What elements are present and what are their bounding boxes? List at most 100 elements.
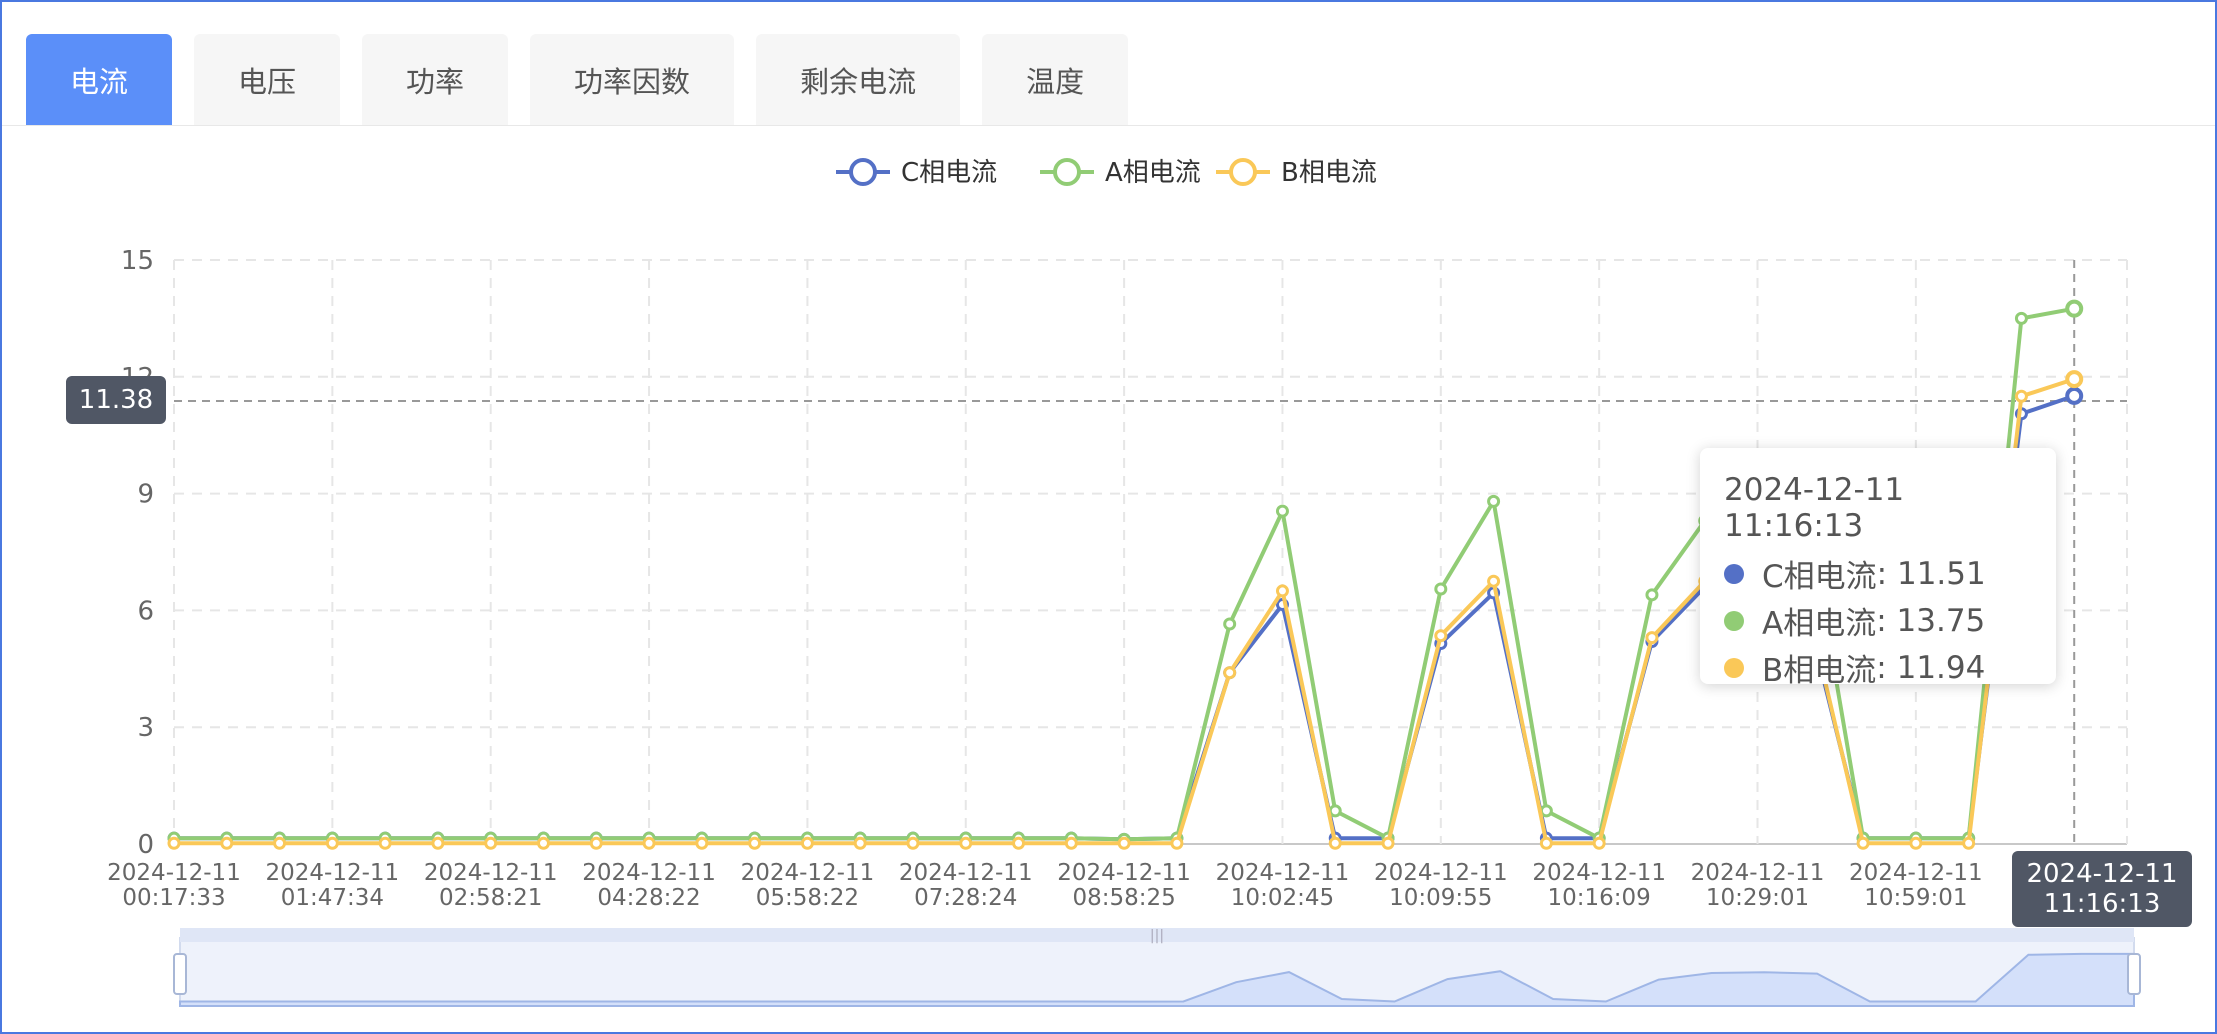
series-a-point bbox=[1275, 504, 1289, 518]
tooltip-row-b: B相电流: 11.94 bbox=[1724, 644, 2032, 691]
series-a-point bbox=[1539, 804, 1553, 818]
zoom-drag-grip-icon[interactable]: ||| bbox=[1150, 928, 1164, 944]
series-a-point bbox=[2014, 311, 2028, 325]
x-tick-label-time: 10:16:09 bbox=[1548, 885, 1651, 911]
chart-tooltip: 2024-12-11 11:16:13 C相电流: 11.51 A相电流: 13… bbox=[1700, 448, 2056, 689]
series-b-marker-icon bbox=[1724, 657, 1744, 678]
x-tick-label-date: 2024-12-11 bbox=[1057, 860, 1191, 886]
y-pointer-value: 11.38 bbox=[78, 385, 154, 415]
series-b-point bbox=[1223, 666, 1237, 680]
series-b-point bbox=[273, 836, 287, 850]
x-tick-label-time: 00:17:33 bbox=[122, 885, 225, 911]
series-b-point bbox=[853, 836, 867, 850]
tooltip-row-c-name: C相电流 bbox=[1762, 559, 1877, 595]
x-pointer-date: 2024-12-11 bbox=[2026, 859, 2178, 889]
series-b-point bbox=[906, 836, 920, 850]
series-a-marker-icon bbox=[1724, 610, 1744, 631]
series-b-point bbox=[642, 836, 656, 850]
legend-c-marker-icon bbox=[849, 158, 877, 186]
series-b-point bbox=[1487, 574, 1501, 588]
x-tick-label-date: 2024-12-11 bbox=[107, 860, 241, 886]
series-b-point bbox=[325, 836, 339, 850]
series-b-point bbox=[1434, 629, 1448, 643]
y-axis-pointer-label: 11.38 bbox=[66, 376, 166, 424]
x-tick-label-date: 2024-12-11 bbox=[266, 860, 400, 886]
series-b-point bbox=[1275, 584, 1289, 598]
series-b-point bbox=[1909, 836, 1923, 850]
series-b-point bbox=[378, 836, 392, 850]
tooltip-row-c: C相电流: 11.51 bbox=[1724, 550, 2032, 597]
series-b-point bbox=[959, 836, 973, 850]
tooltip-row-c-value: 11.51 bbox=[1896, 555, 1986, 592]
series-a-point bbox=[1328, 804, 1342, 818]
legend-item-c[interactable]: C相电流 bbox=[836, 158, 997, 188]
y-tick-label: 0 bbox=[137, 830, 154, 860]
y-tick-label: 3 bbox=[137, 713, 154, 743]
tooltip-row-b-name: B相电流 bbox=[1762, 653, 1877, 689]
legend-b-marker-icon bbox=[1229, 158, 1257, 186]
x-tick-label-date: 2024-12-11 bbox=[1374, 860, 1508, 886]
series-b-point bbox=[1645, 631, 1659, 645]
x-pointer-time: 11:16:13 bbox=[2043, 889, 2161, 919]
x-tick-label-date: 2024-12-11 bbox=[1532, 860, 1666, 886]
y-tick-label: 15 bbox=[121, 246, 154, 276]
series-b-point bbox=[800, 836, 814, 850]
x-tick-label-time: 02:58:21 bbox=[439, 885, 542, 911]
series-b-point bbox=[1381, 836, 1395, 850]
series-b-point bbox=[536, 836, 550, 850]
legend-item-b[interactable]: B相电流 bbox=[1216, 158, 1377, 188]
x-tick-label-time: 01:47:34 bbox=[281, 885, 384, 911]
series-b-point bbox=[748, 836, 762, 850]
legend-item-a[interactable]: A相电流 bbox=[1040, 158, 1201, 188]
y-tick-label: 9 bbox=[137, 480, 154, 510]
series-b-point bbox=[2065, 370, 2084, 389]
series-a-point bbox=[1223, 617, 1237, 631]
series-b-point bbox=[1170, 836, 1184, 850]
tooltip-row-a-value: 13.75 bbox=[1896, 602, 1986, 639]
series-b-point bbox=[431, 836, 445, 850]
series-c-point bbox=[2065, 386, 2084, 405]
series-b-point bbox=[1064, 836, 1078, 850]
tooltip-row-b-value: 11.94 bbox=[1896, 649, 1986, 686]
series-b-point bbox=[1539, 836, 1553, 850]
x-tick-label-date: 2024-12-11 bbox=[424, 860, 558, 886]
x-tick-label-date: 2024-12-11 bbox=[899, 860, 1033, 886]
series-b-point bbox=[1856, 836, 1870, 850]
tooltip-row-a: A相电流: 13.75 bbox=[1724, 597, 2032, 644]
x-tick-label-date: 2024-12-11 bbox=[1691, 860, 1825, 886]
series-b-point bbox=[484, 836, 498, 850]
y-tick-label: 6 bbox=[137, 596, 154, 626]
series-b-point bbox=[1328, 836, 1342, 850]
x-tick-label-time: 10:09:55 bbox=[1389, 885, 1492, 911]
x-tick-label-date: 2024-12-11 bbox=[741, 860, 875, 886]
series-b-point bbox=[2014, 389, 2028, 403]
series-a-point bbox=[2065, 299, 2084, 318]
x-tick-label-date: 2024-12-11 bbox=[1216, 860, 1350, 886]
zoom-handle-left[interactable] bbox=[173, 953, 187, 995]
x-tick-label-time: 10:29:01 bbox=[1706, 885, 1809, 911]
x-tick-label-date: 2024-12-11 bbox=[1849, 860, 1983, 886]
legend-b-label: B相电流 bbox=[1281, 158, 1377, 188]
series-b-point bbox=[1592, 836, 1606, 850]
legend-a-label: A相电流 bbox=[1105, 158, 1201, 188]
series-b-point bbox=[1962, 836, 1976, 850]
series-b-point bbox=[589, 836, 603, 850]
series-a-point bbox=[1434, 582, 1448, 596]
x-axis-pointer-label: 2024-12-11 11:16:13 bbox=[2012, 851, 2192, 927]
legend-a-marker-icon bbox=[1053, 158, 1081, 186]
series-b-point bbox=[167, 836, 181, 850]
legend-c-label: C相电流 bbox=[901, 158, 997, 188]
zoom-handle-right[interactable] bbox=[2127, 953, 2141, 995]
tooltip-title: 2024-12-11 11:16:13 bbox=[1724, 472, 1905, 544]
series-b-point bbox=[695, 836, 709, 850]
series-b-point bbox=[1117, 836, 1131, 850]
x-tick-label-time: 10:02:45 bbox=[1231, 885, 1334, 911]
x-tick-label-time: 10:59:01 bbox=[1864, 885, 1967, 911]
series-a-point bbox=[1645, 588, 1659, 602]
series-b-point bbox=[1012, 836, 1026, 850]
x-tick-label-time: 05:58:22 bbox=[756, 885, 859, 911]
x-tick-label-time: 08:58:25 bbox=[1072, 885, 1175, 911]
x-tick-label-date: 2024-12-11 bbox=[582, 860, 716, 886]
series-c-marker-icon bbox=[1724, 563, 1744, 584]
x-tick-label-time: 04:28:22 bbox=[597, 885, 700, 911]
